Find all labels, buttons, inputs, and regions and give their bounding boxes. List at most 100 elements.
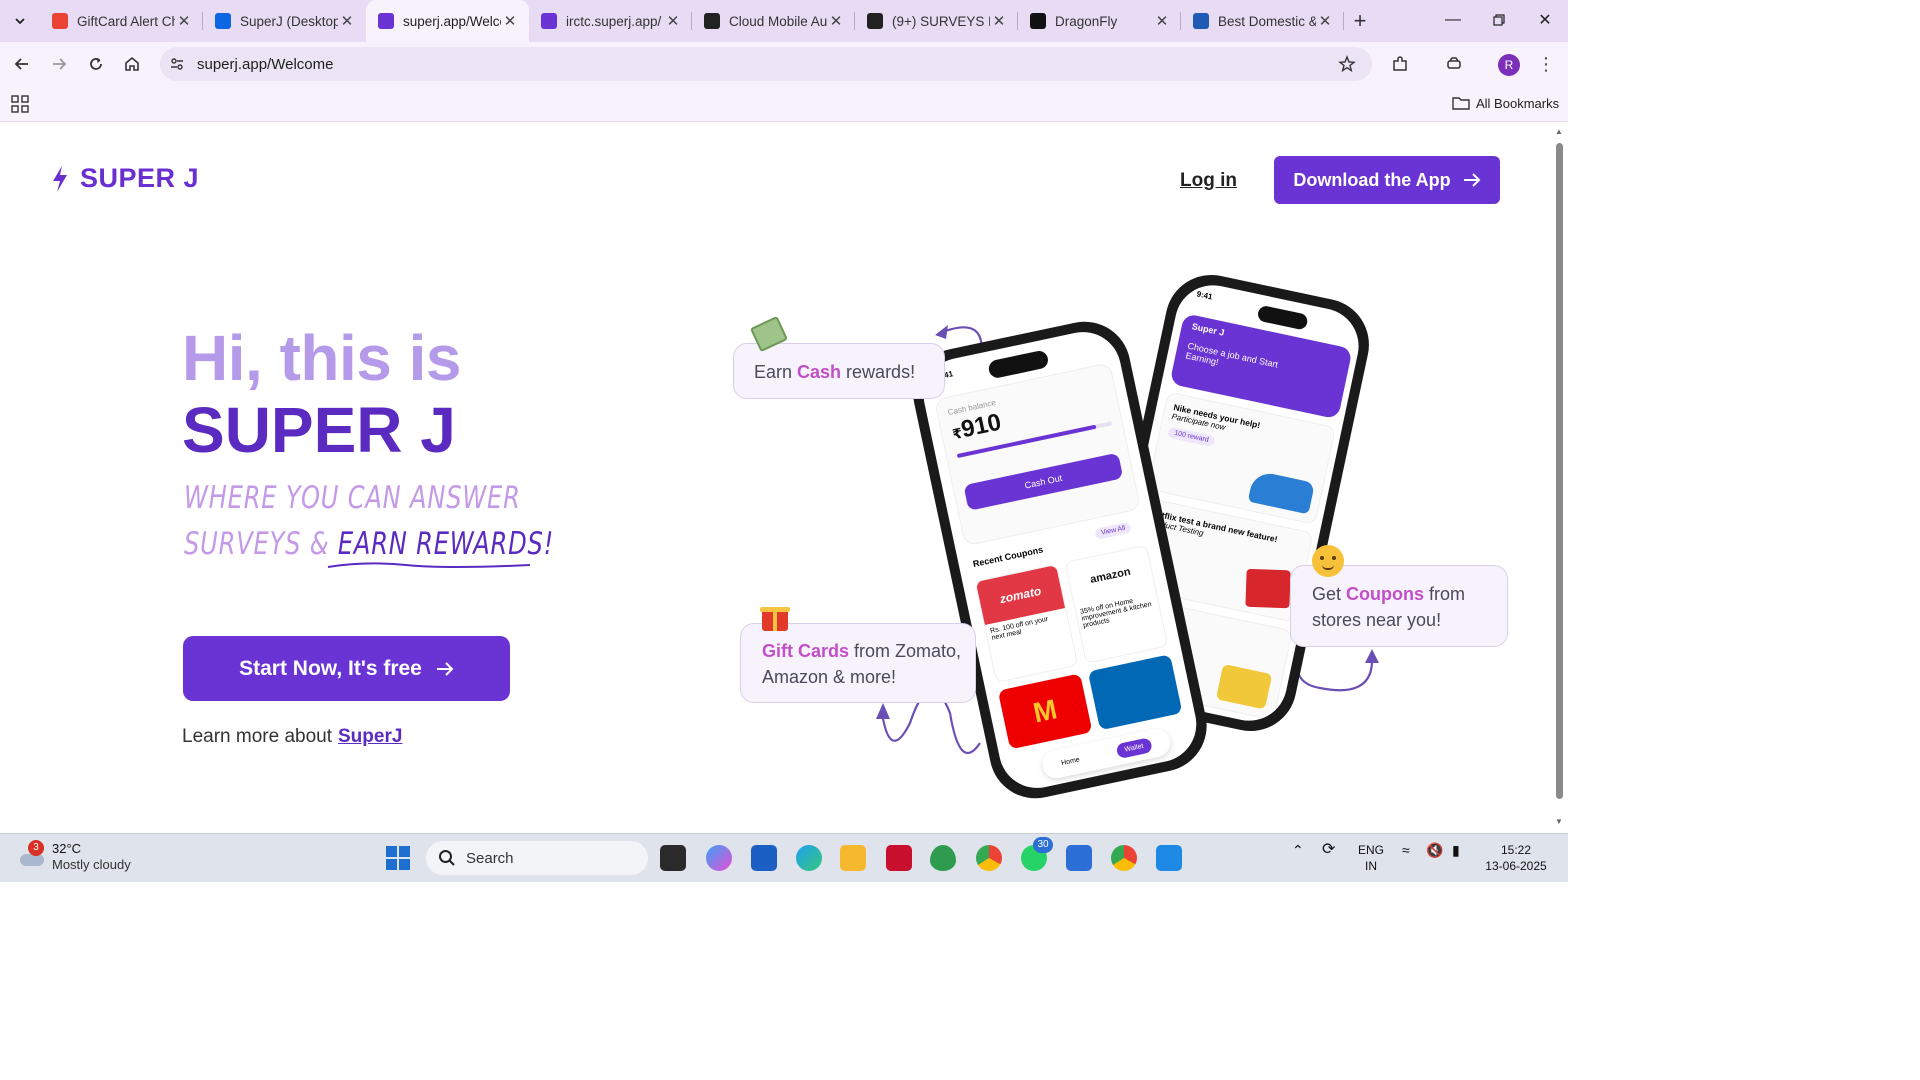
coupons-bubble: Get Coupons from stores near you! bbox=[1290, 565, 1508, 647]
openai-icon bbox=[704, 13, 720, 29]
tab-close-icon[interactable]: ✕ bbox=[827, 12, 845, 30]
tagline-emphasis: EARN REWARDS! bbox=[337, 526, 555, 562]
file-explorer-icon[interactable] bbox=[840, 845, 866, 871]
clock[interactable]: 15:22 13-06-2025 bbox=[1480, 842, 1552, 874]
adidas-coupon bbox=[1087, 654, 1183, 731]
page-content: SUPER J Log in Download the App Hi, this… bbox=[0, 123, 1552, 833]
sync-icon[interactable]: ⟳ bbox=[1322, 842, 1335, 858]
taskbar-search[interactable]: Search bbox=[426, 841, 648, 875]
cash-out-button[interactable]: Cash Out bbox=[963, 452, 1124, 511]
browser-tab[interactable]: irctc.superj.app/✕ bbox=[529, 0, 692, 42]
car-icon bbox=[1447, 57, 1461, 69]
bookmarks-bar: All Bookmarks bbox=[0, 86, 1568, 122]
extensions-button[interactable] bbox=[1386, 50, 1414, 78]
superj-logo[interactable]: SUPER J bbox=[50, 163, 199, 194]
browser-tab[interactable]: SuperJ (Desktop ✕ bbox=[203, 0, 366, 42]
task-view-icon[interactable] bbox=[660, 845, 686, 871]
tab-close-icon[interactable]: ✕ bbox=[990, 12, 1008, 30]
forward-button[interactable] bbox=[45, 50, 73, 78]
notepad-icon[interactable] bbox=[1066, 845, 1092, 871]
tab-close-icon[interactable]: ✕ bbox=[664, 12, 682, 30]
whatsapp-badge: 30 bbox=[1033, 837, 1053, 853]
windows-start-button[interactable] bbox=[386, 846, 410, 870]
restore-button[interactable] bbox=[1476, 0, 1522, 40]
profile-avatar[interactable]: R bbox=[1498, 54, 1520, 76]
tab-close-icon[interactable]: ✕ bbox=[338, 12, 356, 30]
browser-tab[interactable]: Best Domestic & ✕ bbox=[1181, 0, 1344, 42]
arrow-right-icon bbox=[436, 661, 454, 676]
learn-more-link[interactable]: SuperJ bbox=[338, 726, 402, 747]
close-window-button[interactable]: ✕ bbox=[1522, 0, 1568, 40]
login-link[interactable]: Log in bbox=[1180, 170, 1237, 192]
tab-close-icon[interactable]: ✕ bbox=[501, 12, 519, 30]
edge-icon[interactable] bbox=[796, 845, 822, 871]
sneaker-image bbox=[1247, 470, 1315, 515]
apps-grid-icon[interactable] bbox=[11, 95, 29, 113]
browser-menu-button[interactable]: ⋮ bbox=[1532, 50, 1560, 78]
whatsapp-icon[interactable]: 30 bbox=[1021, 837, 1053, 871]
view-all-button[interactable]: View All bbox=[1094, 521, 1133, 540]
tab-close-icon[interactable]: ✕ bbox=[1153, 12, 1171, 30]
address-bar[interactable]: superj.app/Welcome bbox=[160, 47, 1372, 81]
tab-close-icon[interactable]: ✕ bbox=[1316, 12, 1334, 30]
superj-icon bbox=[378, 13, 394, 29]
chips-image bbox=[1215, 663, 1273, 710]
minimize-button[interactable]: — bbox=[1430, 0, 1476, 40]
party-face-icon bbox=[1312, 545, 1344, 577]
site-info-icon[interactable] bbox=[169, 56, 185, 72]
mongodb-icon[interactable] bbox=[930, 845, 956, 871]
browser-labs-button[interactable] bbox=[1440, 50, 1468, 78]
back-button[interactable] bbox=[8, 50, 36, 78]
browser-tab[interactable]: Cloud Mobile Au ✕ bbox=[692, 0, 855, 42]
weather-widget[interactable]: 3 32°C Mostly cloudy bbox=[18, 840, 131, 873]
tab-search-button[interactable] bbox=[0, 0, 40, 42]
start-now-button[interactable]: Start Now, It's free bbox=[183, 636, 510, 701]
download-app-button[interactable]: Download the App bbox=[1274, 156, 1500, 204]
tab-title: Best Domestic & bbox=[1218, 13, 1316, 29]
browser-tab[interactable]: superj.app/Welco ✕ bbox=[366, 0, 529, 42]
notion-icon bbox=[867, 13, 883, 29]
browser-tab[interactable]: (9+) SURVEYS FF✕ bbox=[855, 0, 1018, 42]
cash-bubble-post: rewards! bbox=[841, 362, 916, 382]
nav-wallet[interactable]: Wallet bbox=[1115, 736, 1153, 759]
vscode-icon[interactable] bbox=[1156, 845, 1182, 871]
weather-badge: 3 bbox=[28, 840, 44, 856]
home-icon bbox=[125, 56, 139, 71]
browser-tab[interactable]: GiftCard Alert Ch ✕ bbox=[40, 0, 203, 42]
star-icon[interactable] bbox=[1338, 55, 1356, 73]
nav-home[interactable]: Home bbox=[1061, 756, 1081, 767]
scrollbar-thumb[interactable] bbox=[1556, 143, 1563, 799]
wifi-icon[interactable]: ≈ bbox=[1402, 842, 1410, 858]
learn-more-prefix: Learn more about bbox=[182, 726, 332, 747]
chrome-icon[interactable] bbox=[976, 845, 1002, 871]
volume-muted-icon[interactable]: 🔇 bbox=[1426, 842, 1443, 858]
microsoft-store-icon[interactable] bbox=[751, 845, 777, 871]
language-indicator[interactable]: ENG IN bbox=[1358, 842, 1384, 874]
tray-overflow-icon[interactable]: ⌃ bbox=[1292, 842, 1304, 858]
cash-bubble-pre: Earn bbox=[754, 362, 798, 382]
tab-title: Cloud Mobile Au bbox=[729, 13, 827, 29]
tab-separator bbox=[1343, 12, 1344, 30]
tab-close-icon[interactable]: ✕ bbox=[175, 12, 193, 30]
tab-title: SuperJ (Desktop bbox=[240, 13, 338, 29]
browser-toolbar: superj.app/Welcome R ⋮ bbox=[0, 42, 1568, 86]
new-tab-button[interactable]: + bbox=[1344, 0, 1376, 42]
tab-strip: GiftCard Alert Ch ✕ SuperJ (Desktop ✕ superj… bbox=[0, 0, 1568, 42]
all-bookmarks-button[interactable]: All Bookmarks bbox=[1452, 95, 1559, 111]
battery-icon[interactable]: ▮ bbox=[1452, 842, 1460, 858]
coupons-bubble-pre: Get bbox=[1312, 584, 1347, 604]
page-scrollbar[interactable]: ▲ ▼ bbox=[1552, 123, 1568, 833]
dragonfly-icon bbox=[1030, 13, 1046, 29]
chrome-profile-icon[interactable] bbox=[1111, 845, 1137, 871]
copilot-icon[interactable] bbox=[706, 845, 732, 871]
weather-temp: 32°C bbox=[52, 841, 82, 856]
clock-date: 13-06-2025 bbox=[1485, 859, 1547, 873]
browser-tab[interactable]: DragonFly ✕ bbox=[1018, 0, 1181, 42]
reload-button[interactable] bbox=[82, 50, 110, 78]
mcafee-icon[interactable] bbox=[886, 845, 912, 871]
weather-desc: Mostly cloudy bbox=[52, 857, 131, 872]
home-button[interactable] bbox=[118, 50, 146, 78]
trello-icon bbox=[215, 13, 231, 29]
url-text[interactable]: superj.app/Welcome bbox=[197, 56, 333, 73]
arrow-left-icon bbox=[14, 58, 28, 70]
